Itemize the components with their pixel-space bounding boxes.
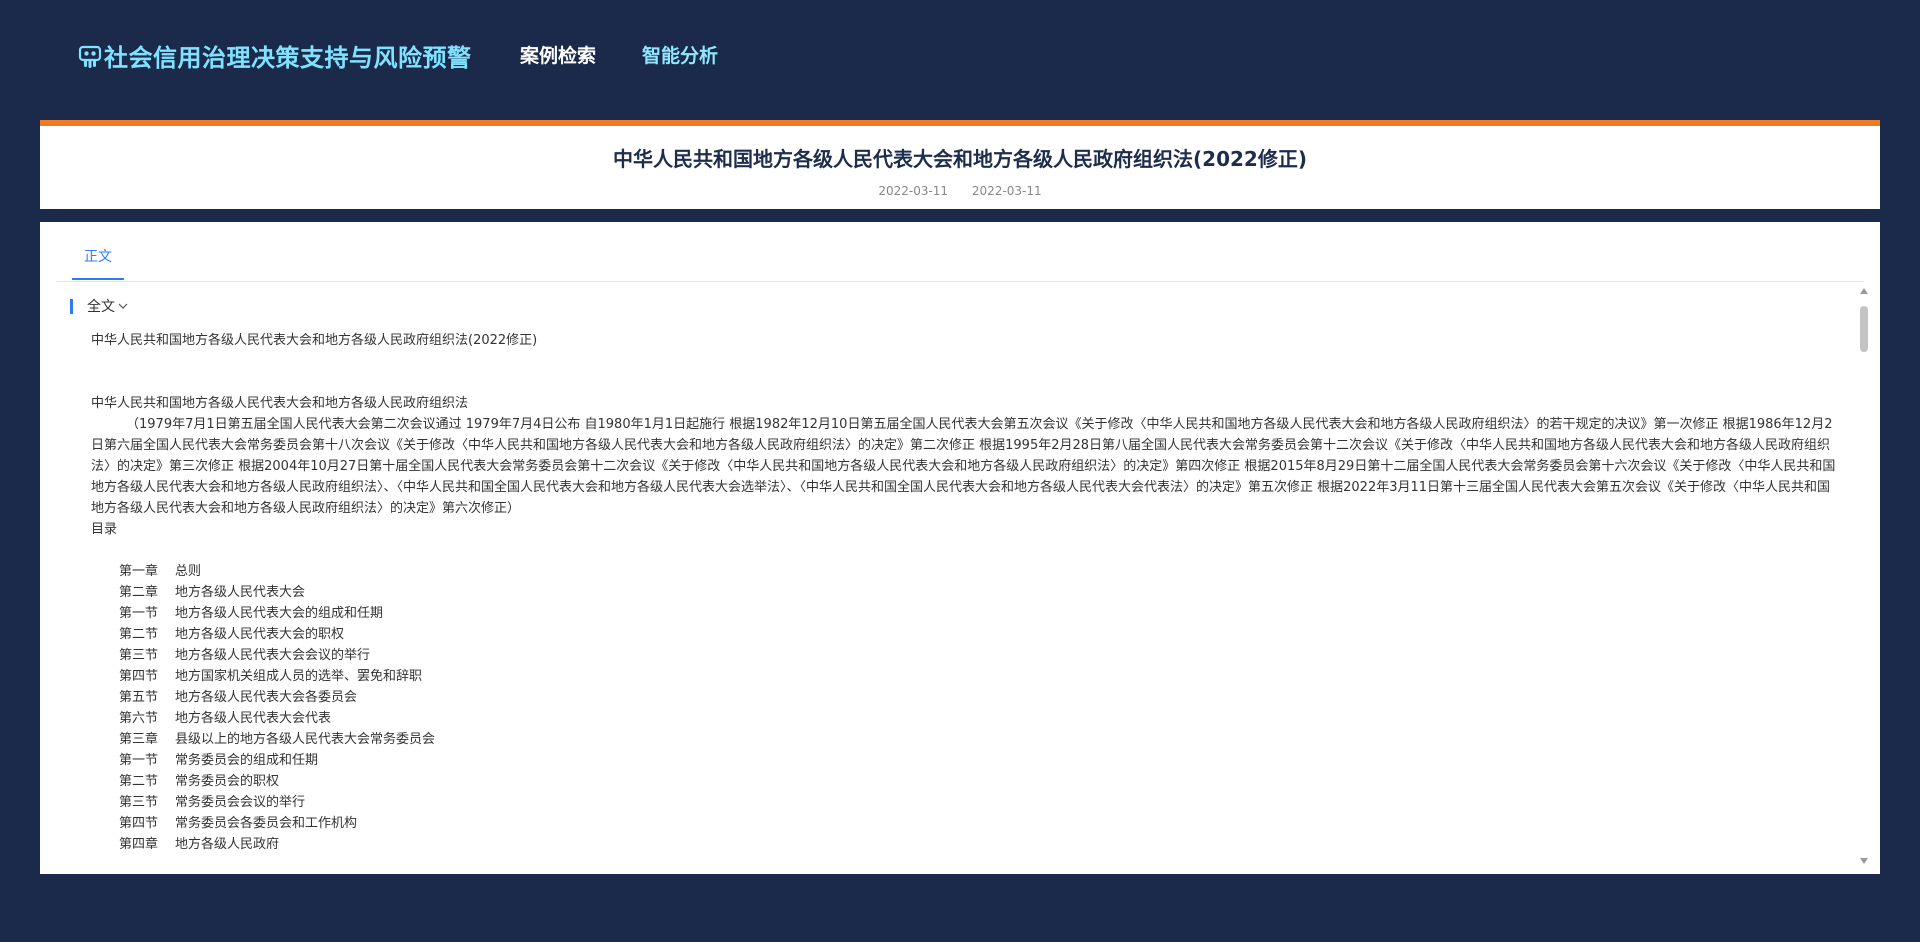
toc-item-number: 第四节: [119, 669, 159, 684]
app-title: 社会信用治理决策支持与风险预警: [104, 44, 472, 72]
document-title: 中华人民共和国地方各级人民代表大会和地方各级人民政府组织法(2022修正): [613, 147, 1307, 171]
toc-item-number: 第二章: [119, 585, 159, 600]
section-marker: [70, 298, 73, 314]
toc-item: 第一节 常务委员会的组成和任期: [91, 750, 1836, 771]
toc-item-number: 第二节: [119, 627, 159, 642]
toc-item-title: 地方各级人民代表大会各委员会: [175, 690, 358, 705]
toc-item: 第六节 地方各级人民代表大会代表: [91, 708, 1836, 729]
law-history: （1979年7月1日第五届全国人民代表大会第二次会议通过 1979年7月4日公布…: [91, 417, 1836, 516]
robot-head-icon: [78, 45, 102, 68]
toc-item-number: 第四章: [119, 837, 159, 852]
document-header: 中华人民共和国地方各级人民代表大会和地方各级人民政府组织法(2022修正) 20…: [40, 120, 1880, 209]
toc-item-title: 地方国家机关组成人员的选举、罢免和辞职: [175, 669, 423, 684]
chevron-down-icon: [118, 303, 128, 309]
toc-item-number: 第三节: [119, 648, 159, 663]
toc-item-number: 第三章: [119, 732, 159, 747]
date-effective: 2022-03-11: [971, 184, 1042, 198]
toc-item-title: 地方各级人民代表大会: [175, 585, 306, 600]
tab-full-text[interactable]: 正文: [72, 246, 124, 280]
tab-bar: 正文: [56, 222, 1864, 282]
toc-item: 第三章 县级以上的地方各级人民代表大会常务委员会: [91, 729, 1836, 750]
toc-item: 第三节 常务委员会会议的举行: [91, 792, 1836, 813]
section-toggle-full-text[interactable]: 全文: [70, 296, 129, 316]
toc-item-number: 第一章: [119, 564, 159, 579]
table-of-contents: 第一章 总则第二章 地方各级人民代表大会第一节 地方各级人民代表大会的组成和任期第二节…: [91, 561, 1836, 855]
section-label: 全文: [87, 299, 115, 315]
app-logo[interactable]: 社会信用治理决策支持与风险预警: [78, 38, 472, 73]
document-dates: 2022-03-11 2022-03-11: [40, 184, 1880, 198]
toc-item: 第四节 地方国家机关组成人员的选举、罢免和辞职: [91, 666, 1836, 687]
toc-item-title: 常务委员会的职权: [175, 774, 280, 789]
scrollbar-thumb[interactable]: [1860, 306, 1868, 352]
top-navbar: 社会信用治理决策支持与风险预警 案例检索 智能分析: [0, 0, 1920, 110]
toc-item-number: 第四节: [119, 816, 159, 831]
toc-item-number: 第五节: [119, 690, 159, 705]
toc-item: 第四章 地方各级人民政府: [91, 834, 1836, 855]
blank-lines: [91, 351, 1836, 393]
scroll-down-arrow-icon[interactable]: [1860, 858, 1868, 864]
date-published: 2022-03-11: [878, 184, 949, 198]
toc-item-title: 地方各级人民代表大会的组成和任期: [175, 606, 384, 621]
toc-item-title: 地方各级人民代表大会代表: [175, 711, 332, 726]
toc-item: 第五节 地方各级人民代表大会各委员会: [91, 687, 1836, 708]
law-text: 中华人民共和国地方各级人民代表大会和地方各级人民政府组织法(2022修正) 中华…: [91, 330, 1836, 855]
toc-item-number: 第二节: [119, 774, 159, 789]
nav-case-search[interactable]: 案例检索: [520, 41, 596, 68]
toc-item-number: 第六节: [119, 711, 159, 726]
toc-item-title: 地方各级人民政府: [175, 837, 280, 852]
toc-item-title: 常务委员会的组成和任期: [175, 753, 319, 768]
toc-item-title: 总则: [175, 564, 202, 579]
toc-item: 第二章 地方各级人民代表大会: [91, 582, 1836, 603]
toc-item-number: 第一节: [119, 753, 159, 768]
toc-item-number: 第一节: [119, 606, 159, 621]
toc-item-title: 地方各级人民代表大会的职权: [175, 627, 345, 642]
toc-item-title: 县级以上的地方各级人民代表大会常务委员会: [175, 732, 436, 747]
toc-item-title: 常务委员会会议的举行: [175, 795, 306, 810]
toc-item-title: 常务委员会各委员会和工作机构: [175, 816, 358, 831]
toc-item: 第四节 常务委员会各委员会和工作机构: [91, 813, 1836, 834]
toc-item-number: 第三节: [119, 795, 159, 810]
toc-item: 第一章 总则: [91, 561, 1836, 582]
law-heading: 中华人民共和国地方各级人民代表大会和地方各级人民政府组织法(2022修正): [91, 333, 538, 348]
toc-item: 第三节 地方各级人民代表大会会议的举行: [91, 645, 1836, 666]
toc-item: 第二节 地方各级人民代表大会的职权: [91, 624, 1836, 645]
scroll-up-arrow-icon[interactable]: [1860, 288, 1868, 294]
toc-label: 目录: [91, 522, 118, 537]
nav-smart-analysis[interactable]: 智能分析: [642, 41, 718, 68]
vertical-scrollbar[interactable]: [1858, 288, 1870, 866]
law-name: 中华人民共和国地方各级人民代表大会和地方各级人民政府组织法: [91, 396, 469, 411]
document-body-card: 正文 全文 中华人民共和国地方各级人民代表大会和地方各级人民政府组织法(2022…: [40, 222, 1880, 874]
toc-item: 第一节 地方各级人民代表大会的组成和任期: [91, 603, 1836, 624]
content-scroll-area[interactable]: 全文 中华人民共和国地方各级人民代表大会和地方各级人民政府组织法(2022修正)…: [56, 288, 1856, 866]
toc-item-title: 地方各级人民代表大会会议的举行: [175, 648, 371, 663]
toc-item: 第二节 常务委员会的职权: [91, 771, 1836, 792]
